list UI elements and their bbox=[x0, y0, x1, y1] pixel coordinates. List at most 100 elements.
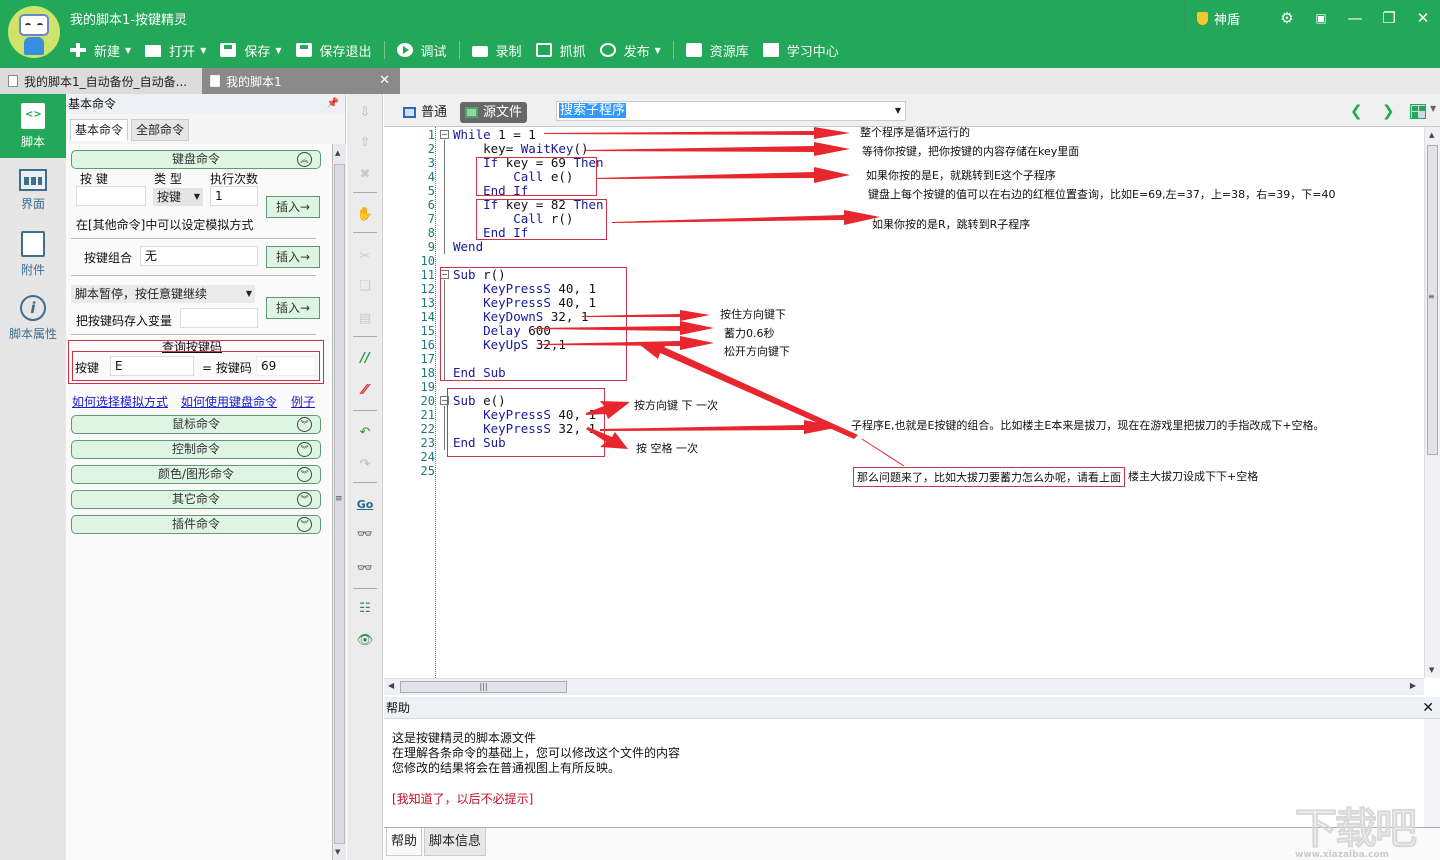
view-source-button[interactable]: 源文件 bbox=[460, 102, 528, 123]
move-up-icon[interactable]: ⇧ bbox=[356, 134, 374, 152]
code-line[interactable]: key= WaitKey() bbox=[453, 142, 588, 156]
goto-icon[interactable]: Go bbox=[356, 496, 374, 514]
minimize-button[interactable]: — bbox=[1338, 0, 1372, 36]
learning-center-button[interactable]: 学习中心 bbox=[762, 38, 839, 62]
code-line[interactable]: While 1 = 1 bbox=[453, 128, 536, 142]
store-var-input[interactable] bbox=[180, 308, 258, 328]
insert-key-button[interactable]: 插入→ bbox=[266, 196, 320, 218]
subroutine-search-select[interactable]: 搜索子程序 ▼ bbox=[556, 101, 906, 121]
other-commands-header[interactable]: 其它命令 ︾ bbox=[71, 490, 321, 509]
tab-script-info[interactable]: 脚本信息 bbox=[424, 828, 487, 856]
undo-icon[interactable]: ↶ bbox=[356, 424, 374, 442]
record-button[interactable]: 录制 bbox=[471, 38, 522, 62]
code-line[interactable]: Wend bbox=[453, 240, 483, 254]
watermark-logo: 下载吧 www.xiazaiba.com bbox=[1294, 804, 1417, 860]
scroll-down-icon[interactable]: ▼ bbox=[335, 848, 340, 856]
command-panel-scrollbar[interactable]: ▲ ≡ ▼ bbox=[332, 144, 346, 860]
cut-icon[interactable]: ✂ bbox=[356, 248, 374, 266]
restore-button[interactable]: ❐ bbox=[1372, 0, 1406, 36]
chevron-down-icon[interactable]: ▼ bbox=[1430, 104, 1436, 113]
link-example[interactable]: 例子 bbox=[291, 393, 315, 410]
count-input[interactable]: 1 bbox=[210, 186, 258, 206]
comment-icon[interactable]: // bbox=[356, 350, 374, 368]
lookup-key-input[interactable]: E bbox=[110, 356, 194, 376]
copy-icon[interactable]: ❏ bbox=[356, 278, 374, 296]
move-down-icon[interactable]: ⇩ bbox=[356, 104, 374, 122]
link-keyboard-usage[interactable]: 如何使用键盘命令 bbox=[181, 393, 277, 410]
control-commands-header[interactable]: 控制命令 ︾ bbox=[71, 440, 321, 459]
chevron-down-icon[interactable]: ▼ bbox=[655, 46, 661, 55]
scrollbar-thumb[interactable] bbox=[334, 164, 345, 844]
scroll-left-icon[interactable]: ◀ bbox=[388, 681, 394, 690]
fold-toggle-icon[interactable]: − bbox=[440, 130, 449, 139]
nav-back-icon[interactable]: ❮ bbox=[1350, 102, 1363, 120]
help-scrollbar[interactable] bbox=[1424, 719, 1440, 827]
arrow-10 bbox=[600, 420, 840, 434]
arrow-1 bbox=[544, 127, 850, 139]
scroll-down-icon[interactable]: ▼ bbox=[1429, 666, 1434, 674]
link-simulation-mode[interactable]: 如何选择模拟方式 bbox=[72, 393, 168, 410]
paste-icon[interactable]: ▤ bbox=[356, 310, 374, 328]
chevron-down-icon[interactable]: ▼ bbox=[200, 46, 206, 55]
debug-button[interactable]: 调试 bbox=[396, 38, 447, 62]
line-number: 2 bbox=[427, 142, 435, 156]
pause-select[interactable]: 脚本暂停，按任意键继续 ▼ bbox=[71, 285, 255, 303]
code-editor[interactable]: 1 2 3 4 5 6 7 8 9 10 11 12 13 14 15 16 17 18 19 20 21 22 23 24 2… bbox=[384, 127, 1424, 678]
insert-combo-button[interactable]: 插入→ bbox=[266, 246, 320, 268]
view-normal-button[interactable]: 普通 bbox=[398, 102, 452, 123]
combo-input[interactable]: 无 bbox=[140, 246, 258, 266]
save-button[interactable]: 保存 ▼ bbox=[220, 38, 282, 62]
resource-library-button[interactable]: 资源库 bbox=[685, 38, 749, 62]
publish-button[interactable]: 发布 ▼ bbox=[599, 38, 661, 62]
mouse-commands-header[interactable]: 鼠标命令 ︾ bbox=[71, 415, 321, 434]
chevron-down-icon[interactable]: ▼ bbox=[275, 46, 281, 55]
file-tab-backup[interactable]: 我的脚本1_自动备份_自动备... bbox=[0, 68, 202, 94]
annotation-press-down: 按方向键 下 一次 bbox=[634, 399, 718, 412]
scroll-up-icon[interactable]: ▲ bbox=[1429, 131, 1434, 139]
dismiss-tip-link[interactable]: [我知道了，以后不必提示] bbox=[392, 792, 1424, 807]
replace-icon[interactable]: 👓 bbox=[356, 560, 374, 578]
view-icon[interactable]: 👁 bbox=[356, 632, 374, 650]
editor-horizontal-scrollbar[interactable]: ◀ ||| ▶ bbox=[384, 678, 1424, 695]
chevron-down-icon[interactable]: ▼ bbox=[125, 46, 131, 55]
tab-basic-commands[interactable]: 基本命令 bbox=[70, 119, 129, 141]
keyboard-commands-header[interactable]: 键盘命令 ︽ bbox=[71, 150, 321, 169]
tab-all-commands[interactable]: 全部命令 bbox=[131, 119, 190, 141]
delete-icon[interactable]: ✖ bbox=[356, 166, 374, 184]
nav-item-properties[interactable]: i 脚本属性 bbox=[0, 286, 66, 350]
settings-button[interactable]: ⚙ bbox=[1270, 0, 1304, 36]
layout-icon[interactable] bbox=[1410, 104, 1426, 119]
file-tab-script1[interactable]: 我的脚本1 ✕ bbox=[202, 68, 400, 94]
uncomment-icon[interactable]: ⁄⁄ bbox=[356, 382, 374, 400]
hand-icon[interactable]: ✋ bbox=[356, 206, 374, 224]
close-tab-icon[interactable]: ✕ bbox=[379, 73, 390, 88]
skin-button[interactable]: ▣ bbox=[1304, 0, 1338, 36]
document-icon bbox=[210, 75, 220, 87]
new-button[interactable]: 新建 ▼ bbox=[70, 38, 131, 62]
key-type-select[interactable]: 按键 ▼ bbox=[153, 188, 203, 206]
scrollbar-thumb[interactable]: ||| bbox=[400, 681, 567, 693]
close-icon[interactable]: ✕ bbox=[1422, 697, 1434, 719]
redo-icon[interactable]: ↷ bbox=[356, 456, 374, 474]
pin-icon[interactable]: 📌 bbox=[327, 94, 339, 114]
color-graphics-commands-header[interactable]: 颜色/图形命令 ︾ bbox=[71, 465, 321, 484]
save-exit-button[interactable]: 保存退出 bbox=[295, 38, 372, 62]
insert-pause-button[interactable]: 插入→ bbox=[266, 297, 320, 319]
scroll-up-icon[interactable]: ▲ bbox=[335, 149, 340, 157]
nav-item-attachment[interactable]: 附件 bbox=[0, 222, 66, 286]
grab-button[interactable]: 抓抓 bbox=[535, 38, 586, 62]
nav-forward-icon[interactable]: ❯ bbox=[1382, 102, 1395, 120]
tab-help[interactable]: 帮助 bbox=[386, 828, 423, 856]
scroll-right-icon[interactable]: ▶ bbox=[1410, 681, 1416, 690]
shield-button[interactable]: 神盾 bbox=[1183, 0, 1240, 36]
nav-item-interface[interactable]: 界面 bbox=[0, 158, 66, 222]
key-input[interactable] bbox=[76, 186, 146, 206]
open-button[interactable]: 打开 ▼ bbox=[145, 38, 206, 62]
app-logo[interactable] bbox=[8, 6, 60, 58]
find-icon[interactable]: 👓 bbox=[356, 526, 374, 544]
list-icon[interactable]: ☷ bbox=[356, 600, 374, 618]
nav-item-script[interactable]: 脚本 bbox=[0, 94, 66, 158]
editor-vertical-scrollbar[interactable]: ▲ ≡ ▼ bbox=[1424, 127, 1440, 678]
plugin-commands-header[interactable]: 插件命令 ︾ bbox=[71, 515, 321, 534]
close-window-button[interactable]: ✕ bbox=[1406, 0, 1440, 36]
